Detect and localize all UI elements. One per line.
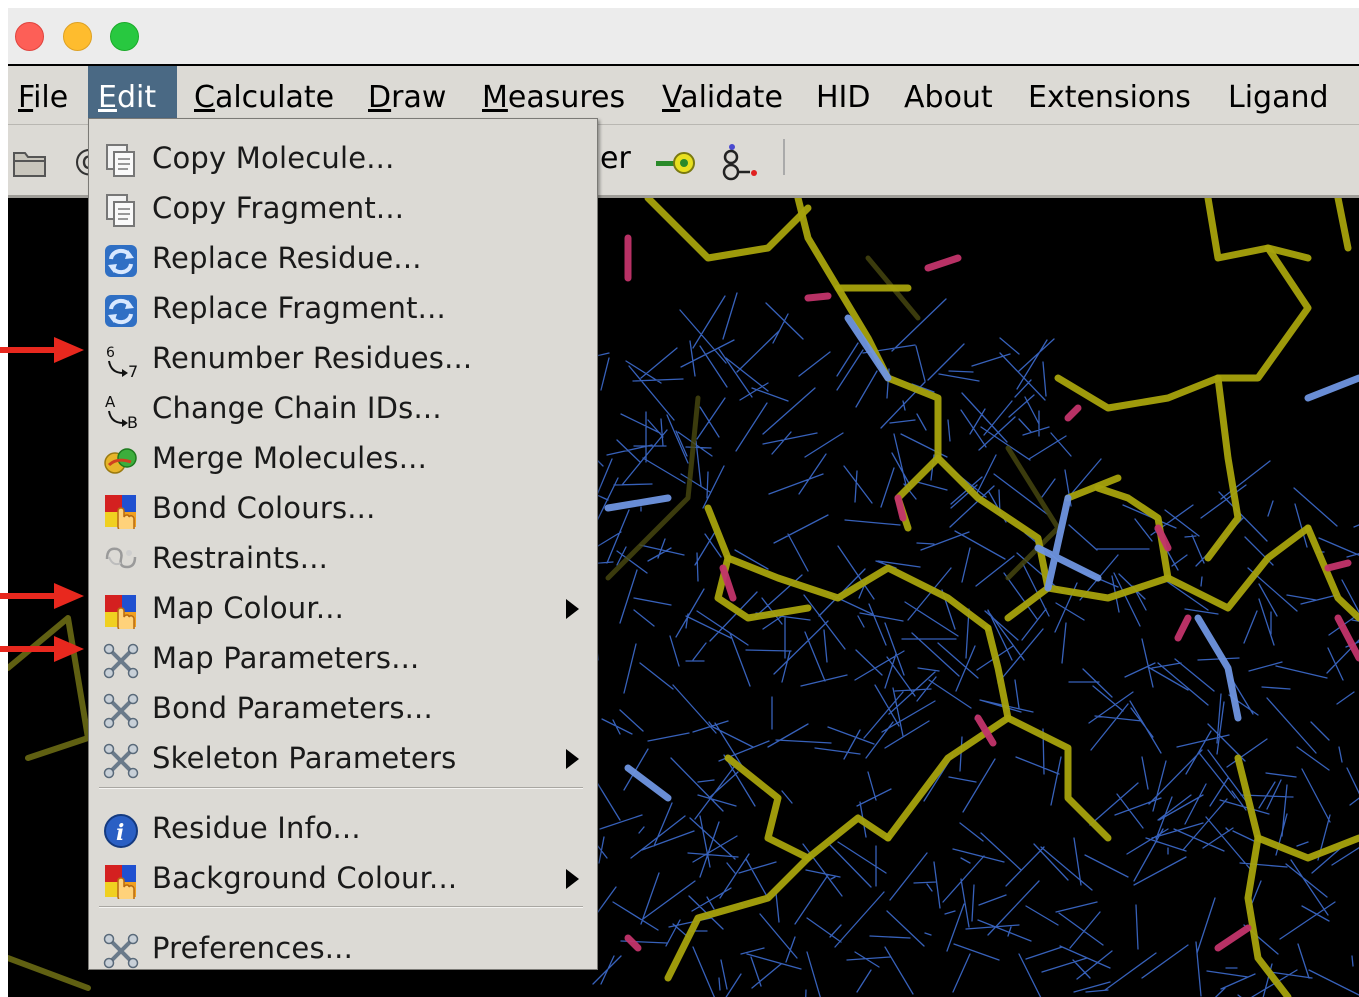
svg-text:A: A <box>105 393 116 411</box>
svg-text:i: i <box>116 820 124 846</box>
carbon-bond <box>794 198 912 292</box>
carbon-bond <box>1044 524 1312 612</box>
background-bond-left <box>8 615 91 991</box>
carbon-bond <box>704 504 992 632</box>
menu-item-change-chain-ids[interactable]: A B Change Chain IDs... <box>89 385 597 433</box>
menu-separator <box>99 906 583 908</box>
toolbar-separator <box>783 139 785 175</box>
menu-item-renumber-residues[interactable]: 6 7 Renumber Residues... <box>89 335 597 383</box>
info-icon: i <box>103 813 139 849</box>
menu-item-label: Change Chain IDs... <box>152 391 442 425</box>
minimize-window-button[interactable] <box>63 22 92 51</box>
ligand-key-icon[interactable] <box>656 149 698 181</box>
svg-text:6: 6 <box>106 345 115 361</box>
menu-separator <box>99 787 583 789</box>
tools-icon <box>103 643 139 679</box>
menu-hid[interactable]: HID <box>806 66 881 124</box>
background-bond <box>605 255 1061 581</box>
menu-item-label: Residue Info... <box>152 811 361 845</box>
close-window-button[interactable] <box>15 22 44 51</box>
molecule-icon[interactable] <box>718 141 762 187</box>
menu-item-residue-info[interactable]: i Residue Info... <box>89 805 597 853</box>
menu-bar: File Edit Calculate Draw Measures Valida… <box>8 66 1359 124</box>
edit-menu-dropdown: Copy Molecule... Copy Fragment... Replace … <box>88 118 598 970</box>
folder-icon[interactable] <box>12 147 48 183</box>
menu-validate[interactable]: Validate <box>652 66 793 124</box>
menu-item-map-colour[interactable]: Map Colour... <box>89 585 597 633</box>
renumber-icon: 67 <box>103 343 139 381</box>
menu-item-replace-residue[interactable]: Replace Residue... <box>89 235 597 283</box>
menu-item-map-parameters[interactable]: Map Parameters... <box>89 635 597 683</box>
tools-icon <box>103 933 139 969</box>
menu-item-copy-molecule[interactable]: Copy Molecule... <box>89 135 597 183</box>
menu-item-label: Replace Residue... <box>152 241 422 275</box>
colour-hand-icon <box>103 593 139 633</box>
copy-icon <box>103 143 139 179</box>
menu-draw[interactable]: Draw <box>358 66 456 124</box>
menu-item-label: Replace Fragment... <box>152 291 446 325</box>
menu-item-label: Background Colour... <box>152 861 458 895</box>
carbon-bond <box>1204 374 1242 562</box>
carbon-bond <box>1304 524 1359 622</box>
carbon-bond <box>1334 198 1352 252</box>
menu-item-label: Renumber Residues... <box>152 341 473 375</box>
menu-item-label: Map Parameters... <box>152 641 420 675</box>
svg-text:B: B <box>127 413 138 429</box>
menu-about[interactable]: About <box>894 66 1003 124</box>
menu-edit[interactable]: Edit <box>88 66 177 124</box>
merge-icon <box>103 443 139 479</box>
menu-item-label: Copy Fragment... <box>152 191 405 225</box>
submenu-arrow-icon <box>566 749 579 769</box>
chain-id-icon: AB <box>103 393 139 432</box>
menu-item-label: Map Colour... <box>152 591 345 625</box>
menu-item-bond-parameters[interactable]: Bond Parameters... <box>89 685 597 733</box>
menu-item-label: Restraints... <box>152 541 329 575</box>
menu-item-label: Merge Molecules... <box>152 441 427 475</box>
maximize-window-button[interactable] <box>110 22 139 51</box>
submenu-arrow-icon <box>566 869 579 889</box>
menu-item-label: Skeleton Parameters <box>152 741 457 775</box>
menu-item-skeleton-parameters[interactable]: Skeleton Parameters <box>89 735 597 783</box>
tools-icon <box>103 693 139 729</box>
carbon-bond <box>1204 198 1312 262</box>
menu-item-merge-molecules[interactable]: Merge Molecules... <box>89 435 597 483</box>
menu-item-preferences[interactable]: Preferences... <box>89 925 597 973</box>
copy-icon <box>103 193 139 229</box>
menu-item-label: Bond Parameters... <box>152 691 433 725</box>
menu-item-copy-fragment[interactable]: Copy Fragment... <box>89 185 597 233</box>
menu-ligand[interactable]: Ligand <box>1218 66 1339 124</box>
menu-item-label: Copy Molecule... <box>152 141 395 175</box>
menu-item-restraints[interactable]: Restraints... <box>89 535 597 583</box>
toolbar-button-label[interactable]: er <box>600 141 631 176</box>
carbon-bond <box>1054 244 1312 412</box>
title-bar <box>8 8 1359 64</box>
menu-file[interactable]: File <box>8 66 78 124</box>
carbon-bond <box>984 624 1112 842</box>
colour-hand-icon <box>103 863 139 903</box>
svg-text:7: 7 <box>128 362 138 379</box>
menu-calculate[interactable]: Calculate <box>184 66 344 124</box>
carbon-bond <box>644 198 812 262</box>
refresh-icon <box>103 293 139 329</box>
annotation-arrow-map-parameters <box>0 636 84 662</box>
colour-hand-icon <box>103 493 139 533</box>
menu-item-background-colour[interactable]: Background Colour... <box>89 855 597 903</box>
menu-item-label: Bond Colours... <box>152 491 376 525</box>
restraints-icon <box>103 543 139 579</box>
menu-item-replace-fragment[interactable]: Replace Fragment... <box>89 285 597 333</box>
menu-item-bond-colours[interactable]: Bond Colours... <box>89 485 597 533</box>
refresh-icon <box>103 243 139 279</box>
density-map-mesh <box>551 292 1359 997</box>
carbon-bond <box>724 754 892 862</box>
oxygen-bond <box>624 234 1359 952</box>
tools-icon <box>103 743 139 779</box>
annotation-arrow-map-colour <box>0 583 84 609</box>
menu-item-label: Preferences... <box>152 931 354 965</box>
annotation-arrow-renumber <box>0 337 84 363</box>
menu-extensions[interactable]: Extensions <box>1018 66 1201 124</box>
menu-measures[interactable]: Measures <box>472 66 635 124</box>
submenu-arrow-icon <box>566 599 579 619</box>
